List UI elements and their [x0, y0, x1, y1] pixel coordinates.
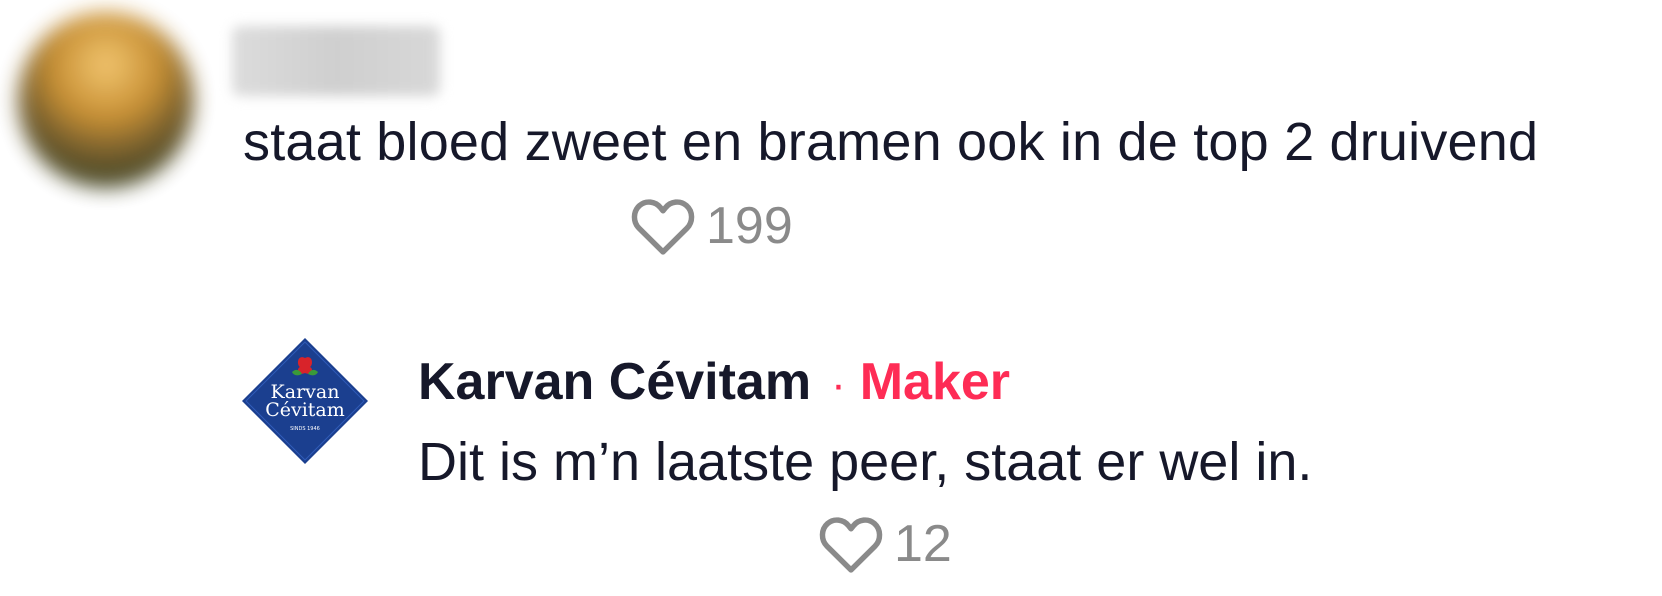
reply-author-name[interactable]: Karvan Cévitam — [418, 352, 811, 412]
comment-like-button[interactable]: 199 — [630, 196, 793, 256]
comment-text: staat bloed zweet en bramen ook in de to… — [243, 112, 1539, 172]
logo-text-line2: Cévitam — [265, 399, 345, 421]
reply-like-count: 12 — [894, 515, 952, 573]
reply-text: Dit is m’n laatste peer, staat er wel in… — [418, 432, 1313, 492]
reply-header: Karvan Cévitam · Maker — [418, 352, 1010, 412]
commenter-avatar[interactable] — [18, 12, 194, 188]
reply-like-button[interactable]: 12 — [818, 514, 952, 574]
logo-tagline: SINDS 1946 — [290, 426, 320, 432]
creator-badge: Maker — [859, 353, 1011, 411]
comment-like-count: 199 — [706, 197, 793, 255]
reply-separator: · — [831, 360, 846, 409]
heart-outline-icon[interactable] — [818, 514, 884, 574]
commenter-username-blurred[interactable] — [232, 26, 440, 96]
creator-avatar[interactable]: Karvan Cévitam SINDS 1946 — [240, 336, 370, 466]
heart-outline-icon[interactable] — [630, 196, 696, 256]
